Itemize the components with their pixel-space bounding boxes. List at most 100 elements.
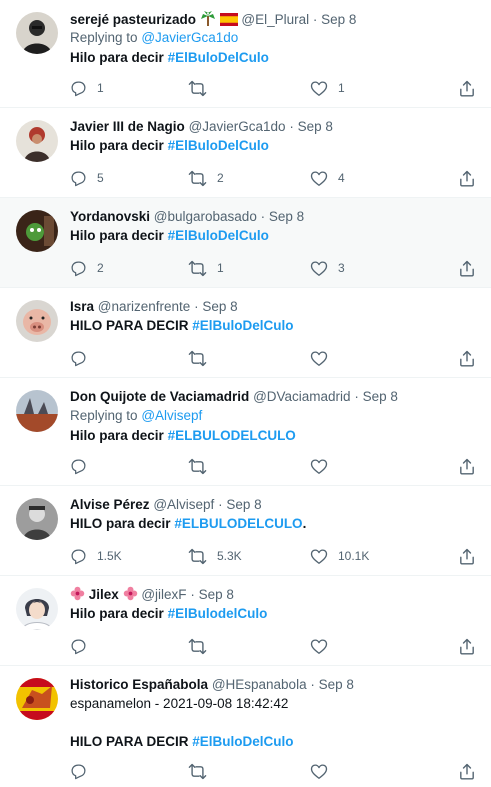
like-button[interactable]: 10.1K	[310, 546, 369, 566]
like-button[interactable]: 4	[310, 168, 345, 188]
share-icon	[459, 548, 475, 565]
retweet-button[interactable]	[188, 456, 217, 476]
share-button[interactable]	[459, 456, 475, 476]
reply-button[interactable]	[70, 348, 97, 368]
like-button[interactable]	[310, 761, 338, 781]
tweet-date[interactable]: Sep 8	[226, 497, 261, 512]
author-name[interactable]: Alvise Pérez	[70, 497, 150, 512]
share-button[interactable]	[459, 761, 475, 781]
avatar[interactable]	[16, 390, 58, 432]
like-button[interactable]: 1	[310, 78, 345, 98]
retweet-icon	[188, 458, 207, 475]
hashtag-link[interactable]: #ElBuloDelCulo	[168, 228, 269, 243]
retweet-button[interactable]	[188, 348, 217, 368]
tweet-date[interactable]: Sep 8	[363, 389, 398, 404]
like-button[interactable]	[310, 348, 338, 368]
like-count: 4	[338, 171, 345, 185]
avatar[interactable]	[16, 498, 58, 540]
tweet[interactable]: Don Quijote de Vaciamadrid @DVaciamadrid…	[0, 378, 491, 486]
hashtag-link[interactable]: #ELBULODELCULO	[174, 516, 302, 531]
retweet-button[interactable]: 5.3K	[188, 546, 242, 566]
share-icon	[459, 170, 475, 187]
author-handle[interactable]: @jilexF	[141, 587, 186, 602]
reply-button[interactable]	[70, 761, 97, 781]
tweet[interactable]: serejé pasteurizado @El_Plural · Sep 8 R…	[0, 0, 491, 108]
author-handle[interactable]: @HEspanabola	[212, 677, 307, 692]
reply-button[interactable]: 2	[70, 258, 104, 278]
hashtag-link[interactable]: #ElBuloDelCulo	[168, 138, 269, 153]
tweet[interactable]: Historico Españabola @HEspanabola · Sep …	[0, 666, 491, 786]
author-handle[interactable]: @DVaciamadrid	[253, 389, 351, 404]
author-name[interactable]: Isra	[70, 299, 94, 314]
tweet-date[interactable]: Sep 8	[202, 299, 237, 314]
author-name[interactable]: Historico Españabola	[70, 677, 208, 692]
tweet-date[interactable]: Sep 8	[321, 12, 356, 27]
tweet-date[interactable]: Sep 8	[298, 119, 333, 134]
reply-button[interactable]	[70, 636, 97, 656]
author-name[interactable]: Javier III de Nagio	[70, 119, 185, 134]
tweet[interactable]: Yordanovski @bulgarobasado · Sep 8 Hilo …	[0, 198, 491, 288]
tweet-text: HILO PARA DECIR #ElBuloDelCulo	[70, 318, 294, 333]
share-button[interactable]	[459, 546, 475, 566]
reply-icon	[70, 458, 87, 475]
action-bar	[70, 636, 475, 656]
tweet[interactable]: Isra @narizenfrente · Sep 8 HILO PARA DE…	[0, 288, 491, 378]
reply-button[interactable]: 1.5K	[70, 546, 122, 566]
author-handle[interactable]: @El_Plural	[241, 12, 309, 27]
heart-icon	[310, 260, 328, 277]
tweet[interactable]: Javier III de Nagio @JavierGca1do · Sep …	[0, 108, 491, 198]
like-button[interactable]: 3	[310, 258, 345, 278]
author-name[interactable]: Jilex	[89, 587, 119, 602]
share-button[interactable]	[459, 636, 475, 656]
retweet-button[interactable]	[188, 78, 217, 98]
share-icon	[459, 260, 475, 277]
share-button[interactable]	[459, 78, 475, 98]
hashtag-link[interactable]: #ElBuloDelCulo	[192, 318, 293, 333]
like-button[interactable]	[310, 636, 338, 656]
retweet-button[interactable]	[188, 761, 217, 781]
avatar[interactable]	[16, 120, 58, 162]
mention-link[interactable]: @JavierGca1do	[141, 30, 238, 45]
reply-icon	[70, 638, 87, 655]
heart-icon	[310, 170, 328, 187]
reply-button[interactable]	[70, 456, 97, 476]
avatar[interactable]	[16, 678, 58, 720]
author-handle[interactable]: @JavierGca1do	[189, 119, 286, 134]
tweet[interactable]: Jilex @jilexF · Sep 8 Hilo para decir #E…	[0, 576, 491, 666]
avatar[interactable]	[16, 210, 58, 252]
reply-icon	[70, 350, 87, 367]
tweet-date[interactable]: Sep 8	[319, 677, 354, 692]
mention-link[interactable]: @Alvisepf	[141, 408, 202, 423]
hashtag-link[interactable]: #ElBulodelCulo	[168, 606, 268, 621]
author-handle[interactable]: @bulgarobasado	[154, 209, 257, 224]
tweet-date[interactable]: Sep 8	[269, 209, 304, 224]
hibiscus-icon	[123, 586, 138, 606]
like-count: 3	[338, 261, 345, 275]
reply-button[interactable]: 5	[70, 168, 104, 188]
retweet-count: 5.3K	[217, 549, 242, 563]
share-button[interactable]	[459, 168, 475, 188]
author-handle[interactable]: @Alvisepf	[153, 497, 214, 512]
retweet-button[interactable]	[188, 636, 217, 656]
avatar[interactable]	[16, 300, 58, 342]
share-button[interactable]	[459, 348, 475, 368]
reply-button[interactable]: 1	[70, 78, 104, 98]
heart-icon	[310, 763, 328, 780]
reply-icon	[70, 763, 87, 780]
like-button[interactable]	[310, 456, 338, 476]
avatar[interactable]	[16, 12, 58, 54]
hashtag-link[interactable]: #ElBuloDelCulo	[192, 734, 293, 749]
hashtag-link[interactable]: #ELBULODELCULO	[168, 428, 296, 443]
tweet[interactable]: Alvise Pérez @Alvisepf · Sep 8 HILO para…	[0, 486, 491, 576]
avatar[interactable]	[16, 588, 58, 630]
author-name[interactable]: serejé pasteurizado	[70, 12, 196, 27]
retweet-button[interactable]: 1	[188, 258, 224, 278]
hashtag-link[interactable]: #ElBuloDelCulo	[168, 50, 269, 65]
share-button[interactable]	[459, 258, 475, 278]
author-name[interactable]: Don Quijote de Vaciamadrid	[70, 389, 249, 404]
author-name[interactable]: Yordanovski	[70, 209, 150, 224]
retweet-button[interactable]: 2	[188, 168, 224, 188]
author-handle[interactable]: @narizenfrente	[98, 299, 191, 314]
tweet-date[interactable]: Sep 8	[199, 587, 234, 602]
share-icon	[459, 638, 475, 655]
